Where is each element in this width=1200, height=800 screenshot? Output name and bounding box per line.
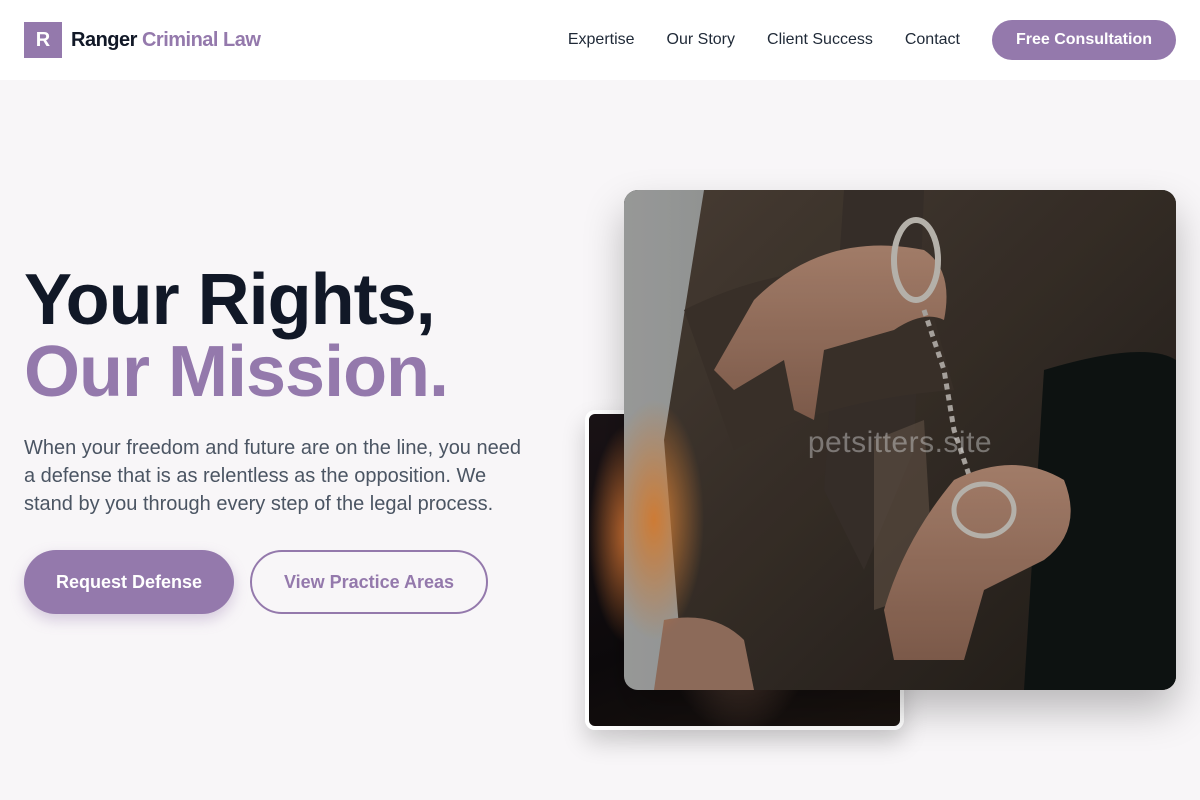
- hero-title: Your Rights, Our Mission.: [24, 264, 544, 408]
- main-nav: Expertise Our Story Client Success Conta…: [536, 20, 1176, 60]
- brand-logo[interactable]: R Ranger Criminal Law: [24, 22, 261, 58]
- request-defense-button[interactable]: Request Defense: [24, 550, 234, 614]
- hero-lead: When your freedom and future are on the …: [24, 437, 521, 515]
- brand-mark-icon: R: [24, 22, 62, 58]
- hero-content: Your Rights, Our Mission. When your free…: [24, 264, 544, 614]
- image-watermark: petsitters.site: [807, 426, 993, 459]
- nav-link-our-story[interactable]: Our Story: [667, 31, 735, 49]
- nav-link-expertise[interactable]: Expertise: [568, 31, 635, 49]
- brand-name-primary: Ranger: [71, 28, 137, 51]
- nav-link-client-success[interactable]: Client Success: [767, 31, 873, 49]
- hero-title-line2: Our Mission.: [24, 332, 449, 412]
- hero-cta-row: Request Defense View Practice Areas: [24, 550, 544, 614]
- hero-title-line1: Your Rights,: [24, 260, 436, 340]
- hero-photo-handcuffs: petsitters.site: [624, 190, 1176, 690]
- brand-name-accent: Criminal Law: [141, 28, 261, 51]
- free-consultation-button[interactable]: Free Consultation: [991, 20, 1176, 60]
- brand-name: Ranger Criminal Law: [71, 28, 261, 52]
- nav-link-contact[interactable]: Contact: [905, 31, 960, 49]
- view-practice-areas-button[interactable]: View Practice Areas: [250, 550, 488, 614]
- site-header: R Ranger Criminal Law Expertise Our Stor…: [0, 0, 1200, 80]
